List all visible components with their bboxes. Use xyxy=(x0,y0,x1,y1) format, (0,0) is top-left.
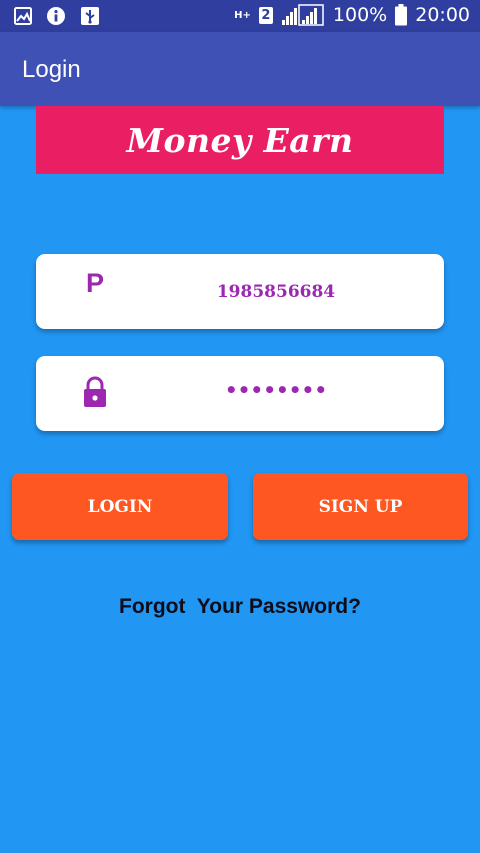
password-input-value[interactable]: •••••••• xyxy=(36,378,444,402)
app-bar: Login xyxy=(0,32,480,106)
status-bar: H+ 2 100% 20:00 xyxy=(0,0,480,32)
app-banner: Money Earn xyxy=(36,106,444,174)
battery-level: 100% xyxy=(332,4,388,26)
clock: 20:00 xyxy=(415,4,470,26)
phone-field[interactable]: P 1985856684 xyxy=(36,254,444,329)
signup-button[interactable]: SIGN UP xyxy=(253,473,468,540)
page-title: Login xyxy=(22,56,81,83)
usb-icon xyxy=(80,6,100,26)
sim-indicator: 2 xyxy=(258,6,273,24)
forgot-password-link[interactable]: Forgot Your Password? xyxy=(0,595,480,619)
banner-title: Money Earn xyxy=(126,120,354,160)
password-field[interactable]: •••••••• xyxy=(36,356,444,431)
signal-icon xyxy=(281,4,325,26)
network-type: H+ xyxy=(234,9,251,21)
status-notifications xyxy=(14,6,100,26)
login-button[interactable]: LOGIN xyxy=(12,473,228,540)
status-system: H+ 2 100% 20:00 xyxy=(234,4,470,26)
info-icon xyxy=(46,6,66,26)
phone-input-value[interactable]: 1985856684 xyxy=(36,282,444,302)
battery-icon xyxy=(395,4,408,26)
gallery-icon xyxy=(14,7,32,25)
